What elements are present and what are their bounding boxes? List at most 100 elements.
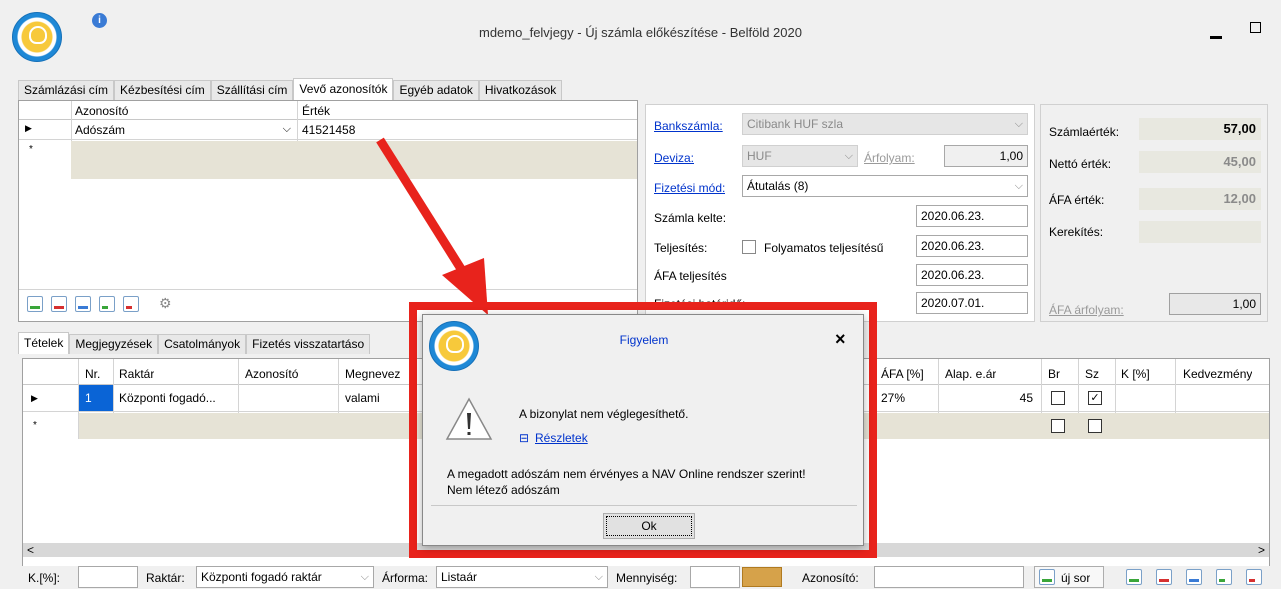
col-megnevezes-header: Megnevez	[345, 367, 401, 381]
azonosito-cell[interactable]: Adószám ⌵	[75, 123, 293, 139]
hatarido-field[interactable]: 2020.07.01.	[916, 292, 1028, 314]
mennyiseg-field[interactable]	[690, 566, 740, 588]
netto-label: Nettó érték:	[1049, 157, 1112, 171]
col-azonosito-header: Azonosító	[245, 367, 299, 381]
scroll-right-icon[interactable]: >	[1258, 543, 1265, 557]
deviza-select[interactable]: HUF ⌵	[742, 145, 858, 167]
tab-vevo-azonositok[interactable]: Vevő azonosítók	[293, 78, 394, 100]
col-sz-header: Sz	[1085, 367, 1100, 381]
close-icon[interactable]: ×	[835, 329, 846, 350]
add-row-icon[interactable]	[27, 296, 43, 312]
szamlaertek-value: 57,00	[1139, 118, 1261, 140]
deviza-label[interactable]: Deviza:	[654, 151, 694, 165]
gear-icon[interactable]: ⚙	[159, 295, 172, 312]
br-checkbox[interactable]	[1051, 419, 1065, 433]
arfolyam-field[interactable]: 1,00	[944, 145, 1028, 167]
export-row-icon[interactable]	[99, 296, 115, 312]
chevron-down-icon[interactable]: ⌵	[361, 567, 369, 587]
details-toggle-icon[interactable]: ⊟	[519, 431, 529, 445]
detail-line-2: Nem létező adószám	[447, 483, 560, 497]
tab-hivatkozasok[interactable]: Hivatkozások	[478, 80, 563, 100]
col-kedvezmeny-header: Kedvezmény	[1183, 367, 1253, 381]
afa-teljesites-label: ÁFA teljesítés	[654, 269, 727, 283]
szamlaertek-label: Számlaérték:	[1049, 125, 1120, 139]
raktar-select[interactable]: Központi fogadó raktár ⌵	[196, 566, 374, 588]
chevron-down-icon[interactable]: ⌵	[1015, 114, 1023, 134]
tab-fizetes-visszatartas[interactable]: Fizetés visszatartáso	[246, 334, 371, 354]
clear-row-icon[interactable]	[1246, 569, 1262, 585]
afa-ertek-label: ÁFA érték:	[1049, 193, 1105, 207]
chevron-down-icon[interactable]: ⌵	[595, 567, 603, 587]
tab-egyeb-adatok[interactable]: Egyéb adatok	[393, 80, 479, 100]
product-box-icon[interactable]	[742, 567, 782, 587]
uj-sor-button[interactable]: új sor	[1034, 566, 1104, 588]
bankszamla-label[interactable]: Bankszámla:	[654, 119, 723, 133]
afa-arfolyam-label: ÁFA árfolyam:	[1049, 303, 1124, 317]
ok-button[interactable]: Ok	[603, 513, 695, 539]
new-row-marker: *	[33, 420, 37, 431]
netto-value: 45,00	[1139, 151, 1261, 173]
chevron-down-icon[interactable]: ⌵	[845, 146, 853, 166]
col-raktar-header: Raktár	[119, 367, 155, 381]
details-link[interactable]: Részletek	[535, 431, 588, 445]
fizetesi-mod-label[interactable]: Fizetési mód:	[654, 181, 725, 195]
tab-megjegyzesek[interactable]: Megjegyzések	[69, 334, 159, 354]
bottom-tab-bar: Tételek Megjegyzések Csatolmányok Fizeté…	[18, 332, 371, 354]
tab-szamlazasi-cim[interactable]: Számlázási cím	[18, 80, 115, 100]
szamla-kelte-label: Számla kelte:	[654, 211, 727, 225]
sz-checkbox[interactable]: ✓	[1088, 391, 1102, 405]
mennyiseg-label: Mennyiség:	[616, 571, 678, 585]
scroll-left-icon[interactable]: <	[27, 543, 34, 557]
uj-sor-label: új sor	[1061, 571, 1091, 585]
move-row-icon[interactable]	[75, 296, 91, 312]
afa-cell[interactable]: 27%	[881, 391, 905, 405]
red-arrow-annotation	[376, 137, 488, 315]
tab-kezbesitesi-cim[interactable]: Kézbesítési cím	[114, 80, 211, 100]
arforma-select[interactable]: Listaár ⌵	[436, 566, 608, 588]
br-checkbox[interactable]	[1051, 391, 1065, 405]
folyamatos-checkbox[interactable]	[742, 240, 756, 254]
tab-szallitasi-cim[interactable]: Szállítási cím	[210, 80, 294, 100]
k-field[interactable]	[78, 566, 138, 588]
bankszamla-select[interactable]: Citibank HUF szla ⌵	[742, 113, 1028, 135]
kerekites-value	[1139, 221, 1261, 243]
alap-cell[interactable]: 45	[945, 391, 1033, 405]
folyamatos-label: Folyamatos teljesítésű	[764, 241, 884, 255]
clear-row-icon[interactable]	[123, 296, 139, 312]
col-nr-header: Nr.	[85, 367, 101, 381]
col-k-header: K [%]	[1121, 367, 1150, 381]
add-row-icon[interactable]	[1126, 569, 1142, 585]
table-row[interactable]: ▶ Adószám ⌵ 41521458	[19, 120, 637, 140]
row-pointer-icon: ▶	[25, 123, 32, 133]
minimize-button[interactable]	[1210, 36, 1222, 39]
teljesites-field[interactable]: 2020.06.23.	[916, 235, 1028, 257]
tab-tetelek[interactable]: Tételek	[18, 332, 70, 354]
delete-row-icon[interactable]	[1156, 569, 1172, 585]
row-pointer-icon: ▶	[31, 393, 38, 403]
megnevezes-cell[interactable]: valami	[345, 391, 380, 405]
maximize-button[interactable]	[1250, 22, 1261, 33]
detail-line-1: A megadott adószám nem érvényes a NAV On…	[447, 467, 806, 481]
invoice-fields-panel: Bankszámla: Citibank HUF szla ⌵ Deviza: H…	[645, 104, 1035, 322]
azonosito-footer-field[interactable]	[874, 566, 1024, 588]
chevron-down-icon[interactable]: ⌵	[283, 123, 291, 136]
delete-row-icon[interactable]	[51, 296, 67, 312]
new-row[interactable]	[71, 141, 637, 179]
arfolyam-label: Árfolyam:	[864, 151, 915, 165]
raktar-cell[interactable]: Központi fogadó...	[119, 391, 216, 405]
sz-checkbox[interactable]	[1088, 419, 1102, 433]
afa-ertek-value: 12,00	[1139, 188, 1261, 210]
export-row-icon[interactable]	[1216, 569, 1232, 585]
fizetesi-mod-select[interactable]: Átutalás (8) ⌵	[742, 175, 1028, 197]
nr-cell[interactable]: 1	[85, 391, 92, 405]
arforma-label: Árforma:	[382, 571, 429, 585]
tab-csatolmanyok[interactable]: Csatolmányok	[158, 334, 247, 354]
col-ertek-header: Érték	[302, 104, 331, 118]
afa-teljesites-field[interactable]: 2020.06.23.	[916, 264, 1028, 286]
szamla-kelte-field[interactable]: 2020.06.23.	[916, 205, 1028, 227]
top-tab-bar: Számlázási cím Kézbesítési cím Szállítás…	[18, 78, 563, 100]
col-alap-header: Alap. e.ár	[945, 367, 997, 381]
ertek-cell[interactable]: 41521458	[302, 123, 355, 137]
chevron-down-icon[interactable]: ⌵	[1015, 176, 1023, 196]
move-row-icon[interactable]	[1186, 569, 1202, 585]
